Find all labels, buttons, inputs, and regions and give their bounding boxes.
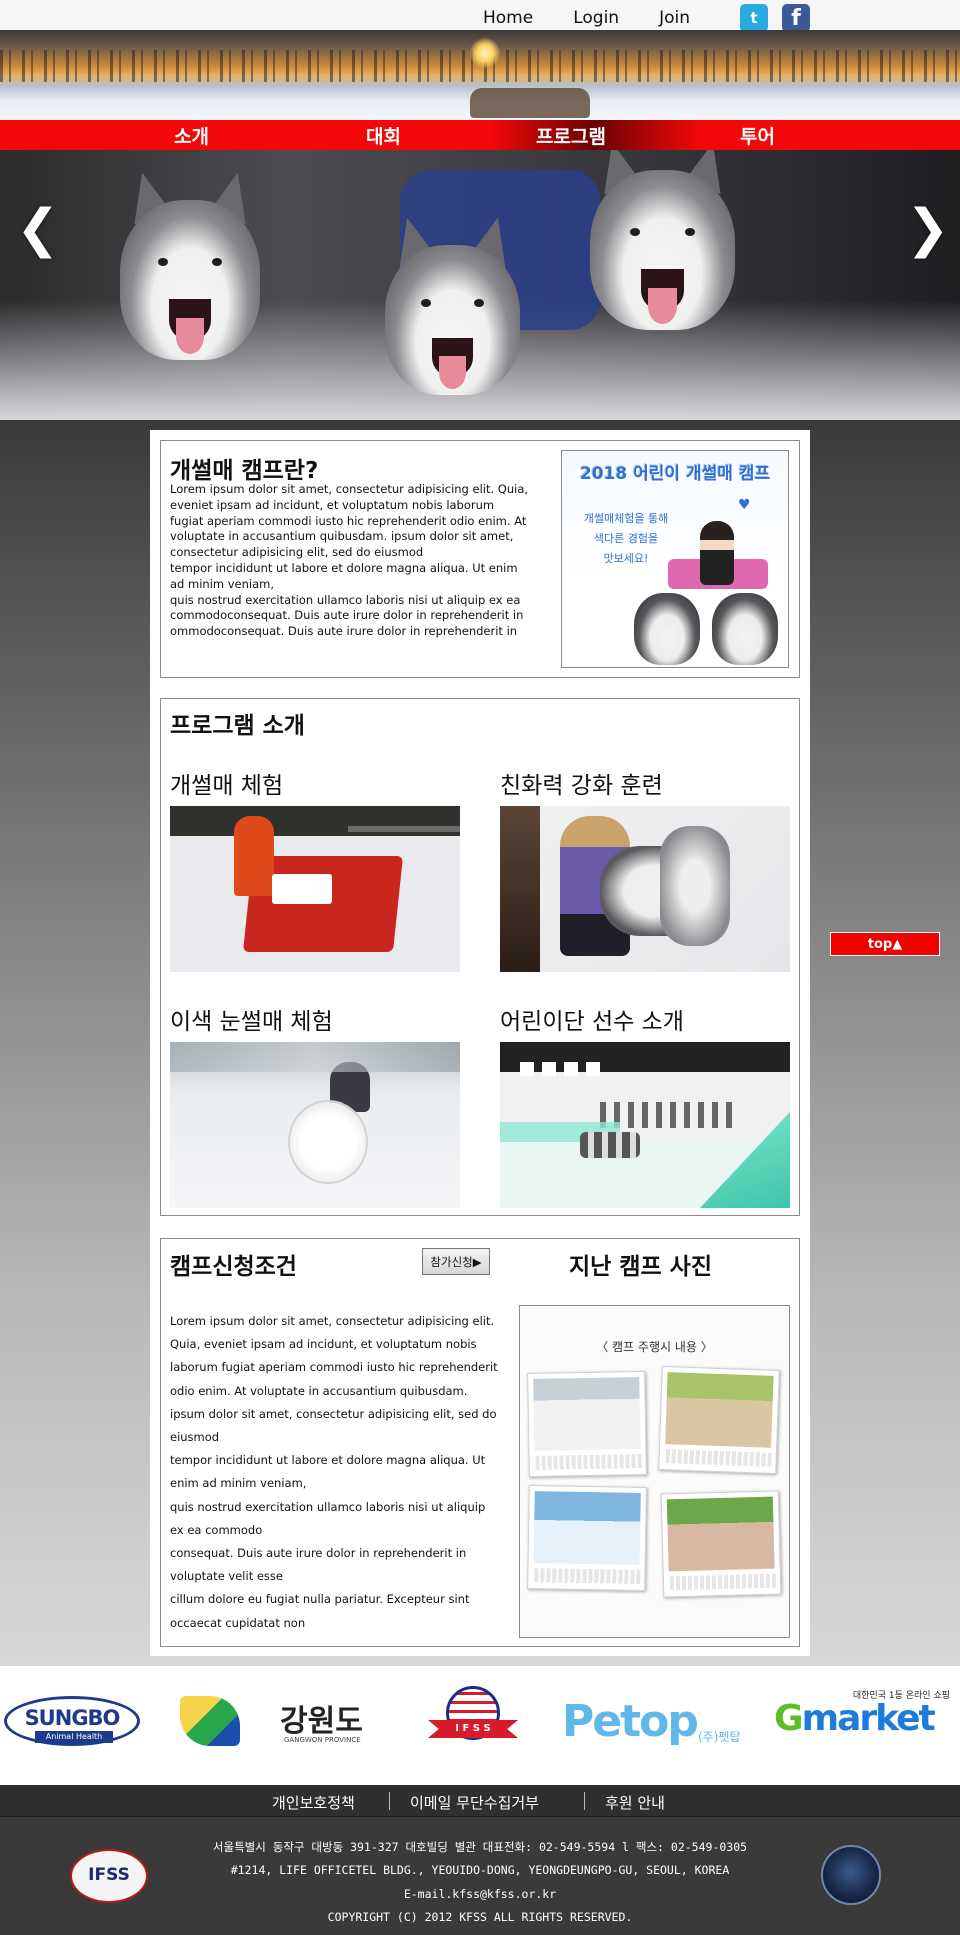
intro-title: 개썰매 캠프란?	[170, 458, 319, 484]
past-camp-photos[interactable]: 〈 캠프 주행시 내용 〉	[519, 1305, 790, 1638]
poster-child	[700, 521, 734, 585]
sungbo-logo-name: SUNGBO	[24, 1706, 121, 1730]
gangwon-logo-sub: GANGWON PROVINCE	[284, 1736, 361, 1744]
top-links: Home Login Join t f	[443, 4, 810, 32]
petop-logo-name: Petop	[562, 1696, 699, 1747]
twitter-icon[interactable]: t	[740, 4, 768, 32]
top-utility-bar: Home Login Join t f	[0, 0, 960, 32]
hero-slider: ❮ ❯	[0, 150, 960, 420]
nav-item-intro[interactable]: 소개	[174, 122, 209, 149]
program-item-label: 이색 눈썰매 체험	[170, 1009, 333, 1035]
past-photo-3	[527, 1484, 647, 1592]
husky-middle	[385, 212, 520, 395]
back-to-top-button[interactable]: top▲	[830, 932, 940, 956]
join-link[interactable]: Join	[659, 8, 690, 28]
poster-dog-right	[712, 593, 778, 665]
nav-item-tour[interactable]: 투어	[740, 122, 775, 149]
main-nav: 소개 대회 프로그램 투어	[0, 120, 960, 150]
gangwon-mark-icon	[180, 1696, 240, 1746]
footer: IFSS 서울특별시 동작구 대방동 391-327 대호빌딩 별관 대표전화:…	[0, 1817, 960, 1935]
footer-copyright: COPYRIGHT (C) 2012 KFSS ALL RIGHTS RESER…	[327, 1910, 633, 1924]
footer-divider	[584, 1792, 585, 1810]
husky-emblem-icon	[821, 1845, 881, 1905]
apply-button[interactable]: 참가신청▶	[422, 1248, 490, 1275]
past-photos-caption: 〈 캠프 주행시 내용 〉	[596, 1340, 713, 1354]
home-link[interactable]: Home	[483, 8, 533, 28]
header-banner-image	[0, 30, 960, 120]
gangwon-logo-name: 강원도	[280, 1704, 363, 1739]
camp-conditions-text: Lorem ipsum dolor sit amet, consectetur …	[170, 1314, 498, 1630]
privacy-policy-link[interactable]: 개인보호정책	[272, 1792, 355, 1813]
program-item-label: 어린이단 선수 소개	[500, 1009, 684, 1035]
gangwon-logo[interactable]: 강원도 GANGWON PROVINCE	[180, 1692, 380, 1752]
sled-silhouette	[470, 88, 590, 118]
email-collection-refusal-link[interactable]: 이메일 무단수집거부	[410, 1792, 539, 1813]
bonding-training-photo[interactable]	[500, 806, 790, 972]
program-item-label: 개썰매 체험	[170, 773, 284, 799]
husky-left	[120, 167, 260, 360]
youth-team-photo[interactable]	[500, 1042, 790, 1208]
gmarket-logo-rest: market	[801, 1698, 936, 1739]
poster-title: 2018 어린이 개썰매 캠프	[579, 464, 771, 484]
poster-text: 개썰매체험을 통해 색다른 경험을 맛보세요!	[583, 512, 669, 565]
camp-conditions-title: 캠프신청조건	[170, 1254, 297, 1280]
heart-icon: ♥	[738, 497, 751, 513]
snow-sled-photo[interactable]	[170, 1042, 460, 1208]
petop-logo-sub: (주)펫탑	[698, 1730, 741, 1744]
footer-links: 개인보호정책 이메일 무단수집거부 후원 안내	[0, 1785, 960, 1817]
slider-prev-arrow-icon[interactable]: ❮	[16, 203, 60, 255]
gmarket-logo-name: Gmarket	[774, 1698, 936, 1739]
past-camp-title: 지난 캠프 사진	[569, 1254, 712, 1280]
login-link[interactable]: Login	[573, 8, 619, 28]
intro-text: Lorem ipsum dolor sit amet, consectetur …	[170, 482, 529, 639]
past-photo-1	[527, 1370, 647, 1478]
sled-experience-photo[interactable]	[170, 806, 460, 972]
donation-info-link[interactable]: 후원 안내	[605, 1792, 665, 1813]
nav-item-competition[interactable]: 대회	[366, 122, 401, 149]
footer-address-korean: 서울특별시 동작구 대방동 391-327 대호빌딩 별관 대표전화: 02-5…	[212, 1840, 748, 1854]
footer-divider	[389, 1792, 390, 1810]
petop-logo[interactable]: Petop (주)펫탑	[562, 1696, 742, 1752]
footer-address-english: #1214, LIFE OFFICETEL BLDG., YEOUIDO-DON…	[230, 1863, 730, 1877]
gmarket-logo[interactable]: 대한민국 1등 온라인 쇼핑 Gmarket	[774, 1688, 956, 1748]
past-photo-4	[660, 1490, 782, 1598]
sungbo-logo-sub: Animal Health	[35, 1731, 113, 1743]
footer-email: E-mail.kfss@kfss.or.kr	[403, 1887, 557, 1901]
ifss-logo[interactable]: I F S S	[428, 1686, 518, 1756]
sponsor-bar: SUNGBO Animal Health 강원도 GANGWON PROVINC…	[0, 1666, 960, 1785]
past-photo-2	[658, 1365, 780, 1475]
program-title: 프로그램 소개	[170, 713, 305, 739]
husky-right	[590, 150, 735, 330]
ifss-logo-name: I F S S	[428, 1720, 518, 1738]
sungbo-logo[interactable]: SUNGBO Animal Health	[4, 1696, 140, 1746]
camp-poster-image: 2018 어린이 개썰매 캠프 개썰매체험을 통해 색다른 경험을 맛보세요! …	[561, 450, 789, 668]
gmarket-logo-g: G	[774, 1698, 804, 1739]
facebook-icon[interactable]: f	[782, 4, 810, 32]
slider-next-arrow-icon[interactable]: ❯	[906, 203, 950, 255]
nav-item-program[interactable]: 프로그램	[536, 122, 606, 149]
sun-decoration	[470, 38, 500, 68]
program-item-label: 친화력 강화 훈련	[500, 773, 663, 799]
poster-dog-left	[634, 593, 700, 665]
